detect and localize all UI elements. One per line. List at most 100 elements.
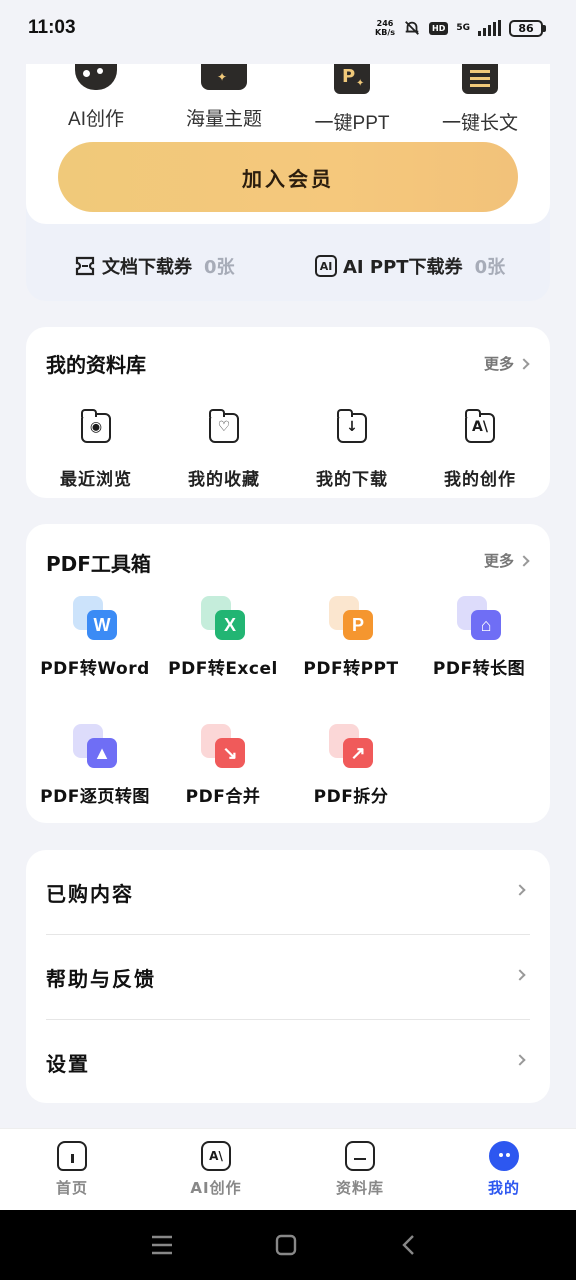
coupon-label: AI PPT下载券: [343, 257, 463, 278]
pdf-split-icon: ↗: [329, 724, 373, 768]
pdf-to-ppt-icon: P: [329, 596, 373, 640]
coupon-row: 文档下载券 0张 AI AI PPT下载券 0张: [26, 246, 550, 286]
nav-label: 首页: [55, 1179, 88, 1197]
pdf-page-to-image-icon: ▲: [73, 724, 117, 768]
join-membership-button[interactable]: 加入会员: [58, 142, 518, 212]
chevron-right-icon: [514, 884, 526, 896]
toolbox-title: PDF工具箱: [46, 552, 151, 576]
heart-folder-icon: ♡: [209, 409, 239, 443]
tool-label: PDF逐页转图: [40, 787, 150, 807]
tool-pdf-split[interactable]: ↗ PDF拆分: [287, 724, 415, 807]
library-item-creations[interactable]: A\ 我的创作: [415, 409, 545, 490]
profile-face-icon: [489, 1141, 519, 1171]
library-icon: [345, 1141, 375, 1171]
coupon-count: 0张: [474, 257, 506, 278]
status-time: 11:03: [28, 17, 76, 38]
nav-home[interactable]: 首页: [22, 1141, 122, 1198]
network-speed-unit: KB/s: [375, 28, 395, 37]
coupon-count: 0张: [204, 257, 235, 278]
palette-icon: [75, 64, 117, 90]
ai-ppt-download-coupon[interactable]: AI AI PPT下载券 0张: [315, 253, 505, 279]
tool-pdf-merge[interactable]: ↘ PDF合并: [159, 724, 287, 807]
tool-label: PDF转Excel: [168, 659, 278, 679]
download-folder-icon: ↓: [337, 409, 367, 443]
library-item-downloads[interactable]: ↓ 我的下载: [287, 409, 417, 490]
tool-pdf-to-ppt[interactable]: P PDF转PPT: [287, 596, 415, 679]
benefit-label: 一键PPT: [314, 113, 390, 134]
library-more-link[interactable]: 更多: [483, 353, 530, 374]
pdf-toolbox-card: PDF工具箱 更多 W PDF转Word X PDF转Excel P PDF转PPT ⌂ PD…: [26, 524, 550, 823]
bell-muted-icon: [405, 21, 419, 35]
home-icon: [57, 1141, 87, 1171]
library-item-label: 我的下载: [316, 470, 388, 490]
chevron-right-icon: [518, 554, 530, 567]
menu-icon[interactable]: [150, 1234, 174, 1256]
menu-help-feedback[interactable]: 帮助与反馈: [26, 935, 550, 1019]
library-item-label: 我的创作: [444, 470, 516, 490]
menu-label: 设置: [46, 1052, 90, 1076]
menu-label: 帮助与反馈: [46, 967, 156, 991]
benefit-ai-create[interactable]: AI创作: [41, 64, 151, 131]
nav-ai-create[interactable]: A\ AI创作: [166, 1141, 266, 1198]
library-card: 我的资料库 更多 ◉ 最近浏览 ♡ 我的收藏 ↓ 我的下载 A\ 我的创作: [26, 327, 550, 498]
chevron-right-icon: [514, 1054, 526, 1066]
document-lines-icon: [462, 64, 498, 94]
home-square-icon[interactable]: [275, 1234, 297, 1256]
battery-level: 86: [509, 19, 543, 37]
benefit-label: 一键长文: [441, 113, 518, 134]
ppt-spark-icon: P ✦: [334, 64, 370, 94]
nav-label: 资料库: [335, 1179, 384, 1197]
more-label: 更多: [483, 355, 514, 373]
tool-label: PDF拆分: [313, 787, 389, 807]
pdf-to-excel-icon: X: [201, 596, 245, 640]
eye-folder-icon: ◉: [81, 409, 111, 443]
tool-label: PDF合并: [185, 787, 261, 807]
bottom-nav: 首页 A\ AI创作 资料库 我的: [0, 1128, 576, 1210]
status-icons: 246 KB/s HD 5G 86: [375, 19, 546, 37]
nav-profile[interactable]: 我的: [454, 1141, 554, 1198]
network-speed: 246 KB/s: [375, 19, 395, 37]
menu-card: 已购内容 帮助与反馈 设置: [26, 850, 550, 1103]
member-card: AI创作 ✦ 海量主题 P ✦ 一键PPT 一键长文 加入会员 文档下载券 0张…: [26, 64, 550, 301]
menu-label: 已购内容: [46, 882, 134, 906]
ai-icon: AI: [315, 255, 337, 277]
library-title: 我的资料库: [46, 353, 146, 377]
library-item-recent[interactable]: ◉ 最近浏览: [31, 409, 161, 490]
tool-pdf-to-word[interactable]: W PDF转Word: [31, 596, 159, 679]
menu-settings[interactable]: 设置: [26, 1020, 550, 1104]
toolbox-more-link[interactable]: 更多: [484, 550, 530, 571]
nav-label: AI创作: [190, 1179, 242, 1197]
tool-label: PDF转Word: [40, 659, 150, 679]
library-item-label: 我的收藏: [188, 470, 260, 490]
status-bar: 11:03 246 KB/s HD 5G 86: [0, 0, 576, 56]
library-item-favorites[interactable]: ♡ 我的收藏: [159, 409, 289, 490]
tool-pdf-to-long-image[interactable]: ⌂ PDF转长图: [415, 596, 543, 679]
benefit-one-click-ppt[interactable]: P ✦ 一键PPT: [297, 64, 407, 135]
network-speed-value: 246: [376, 19, 394, 28]
network-type: 5G: [456, 23, 470, 33]
back-icon[interactable]: [400, 1234, 418, 1256]
pdf-merge-icon: ↘: [201, 724, 245, 768]
nav-library[interactable]: 资料库: [310, 1141, 410, 1198]
member-benefits-panel: AI创作 ✦ 海量主题 P ✦ 一键PPT 一键长文 加入会员: [26, 64, 550, 224]
coupon-label: 文档下载券: [102, 257, 192, 278]
tool-pdf-to-excel[interactable]: X PDF转Excel: [159, 596, 287, 679]
benefit-themes[interactable]: ✦ 海量主题: [169, 64, 279, 131]
ai-folder-icon: A\: [465, 409, 495, 443]
benefit-label: 海量主题: [185, 109, 262, 130]
hd-badge: HD: [429, 21, 449, 35]
nav-label: 我的: [487, 1179, 520, 1197]
tool-pdf-page-to-image[interactable]: ▲ PDF逐页转图: [31, 724, 159, 807]
tool-label: PDF转PPT: [303, 659, 399, 679]
menu-purchased[interactable]: 已购内容: [26, 850, 550, 934]
library-item-label: 最近浏览: [60, 470, 132, 490]
benefit-label: AI创作: [68, 109, 124, 130]
battery-icon: 86: [509, 19, 546, 37]
ai-create-icon: A\: [201, 1141, 231, 1171]
chevron-right-icon: [514, 969, 526, 981]
system-nav-bar: [0, 1210, 576, 1280]
doc-download-coupon[interactable]: 文档下载券 0张: [74, 253, 235, 279]
tool-label: PDF转长图: [432, 659, 526, 679]
benefit-long-article[interactable]: 一键长文: [425, 64, 535, 135]
pdf-to-long-image-icon: ⌂: [457, 596, 501, 640]
